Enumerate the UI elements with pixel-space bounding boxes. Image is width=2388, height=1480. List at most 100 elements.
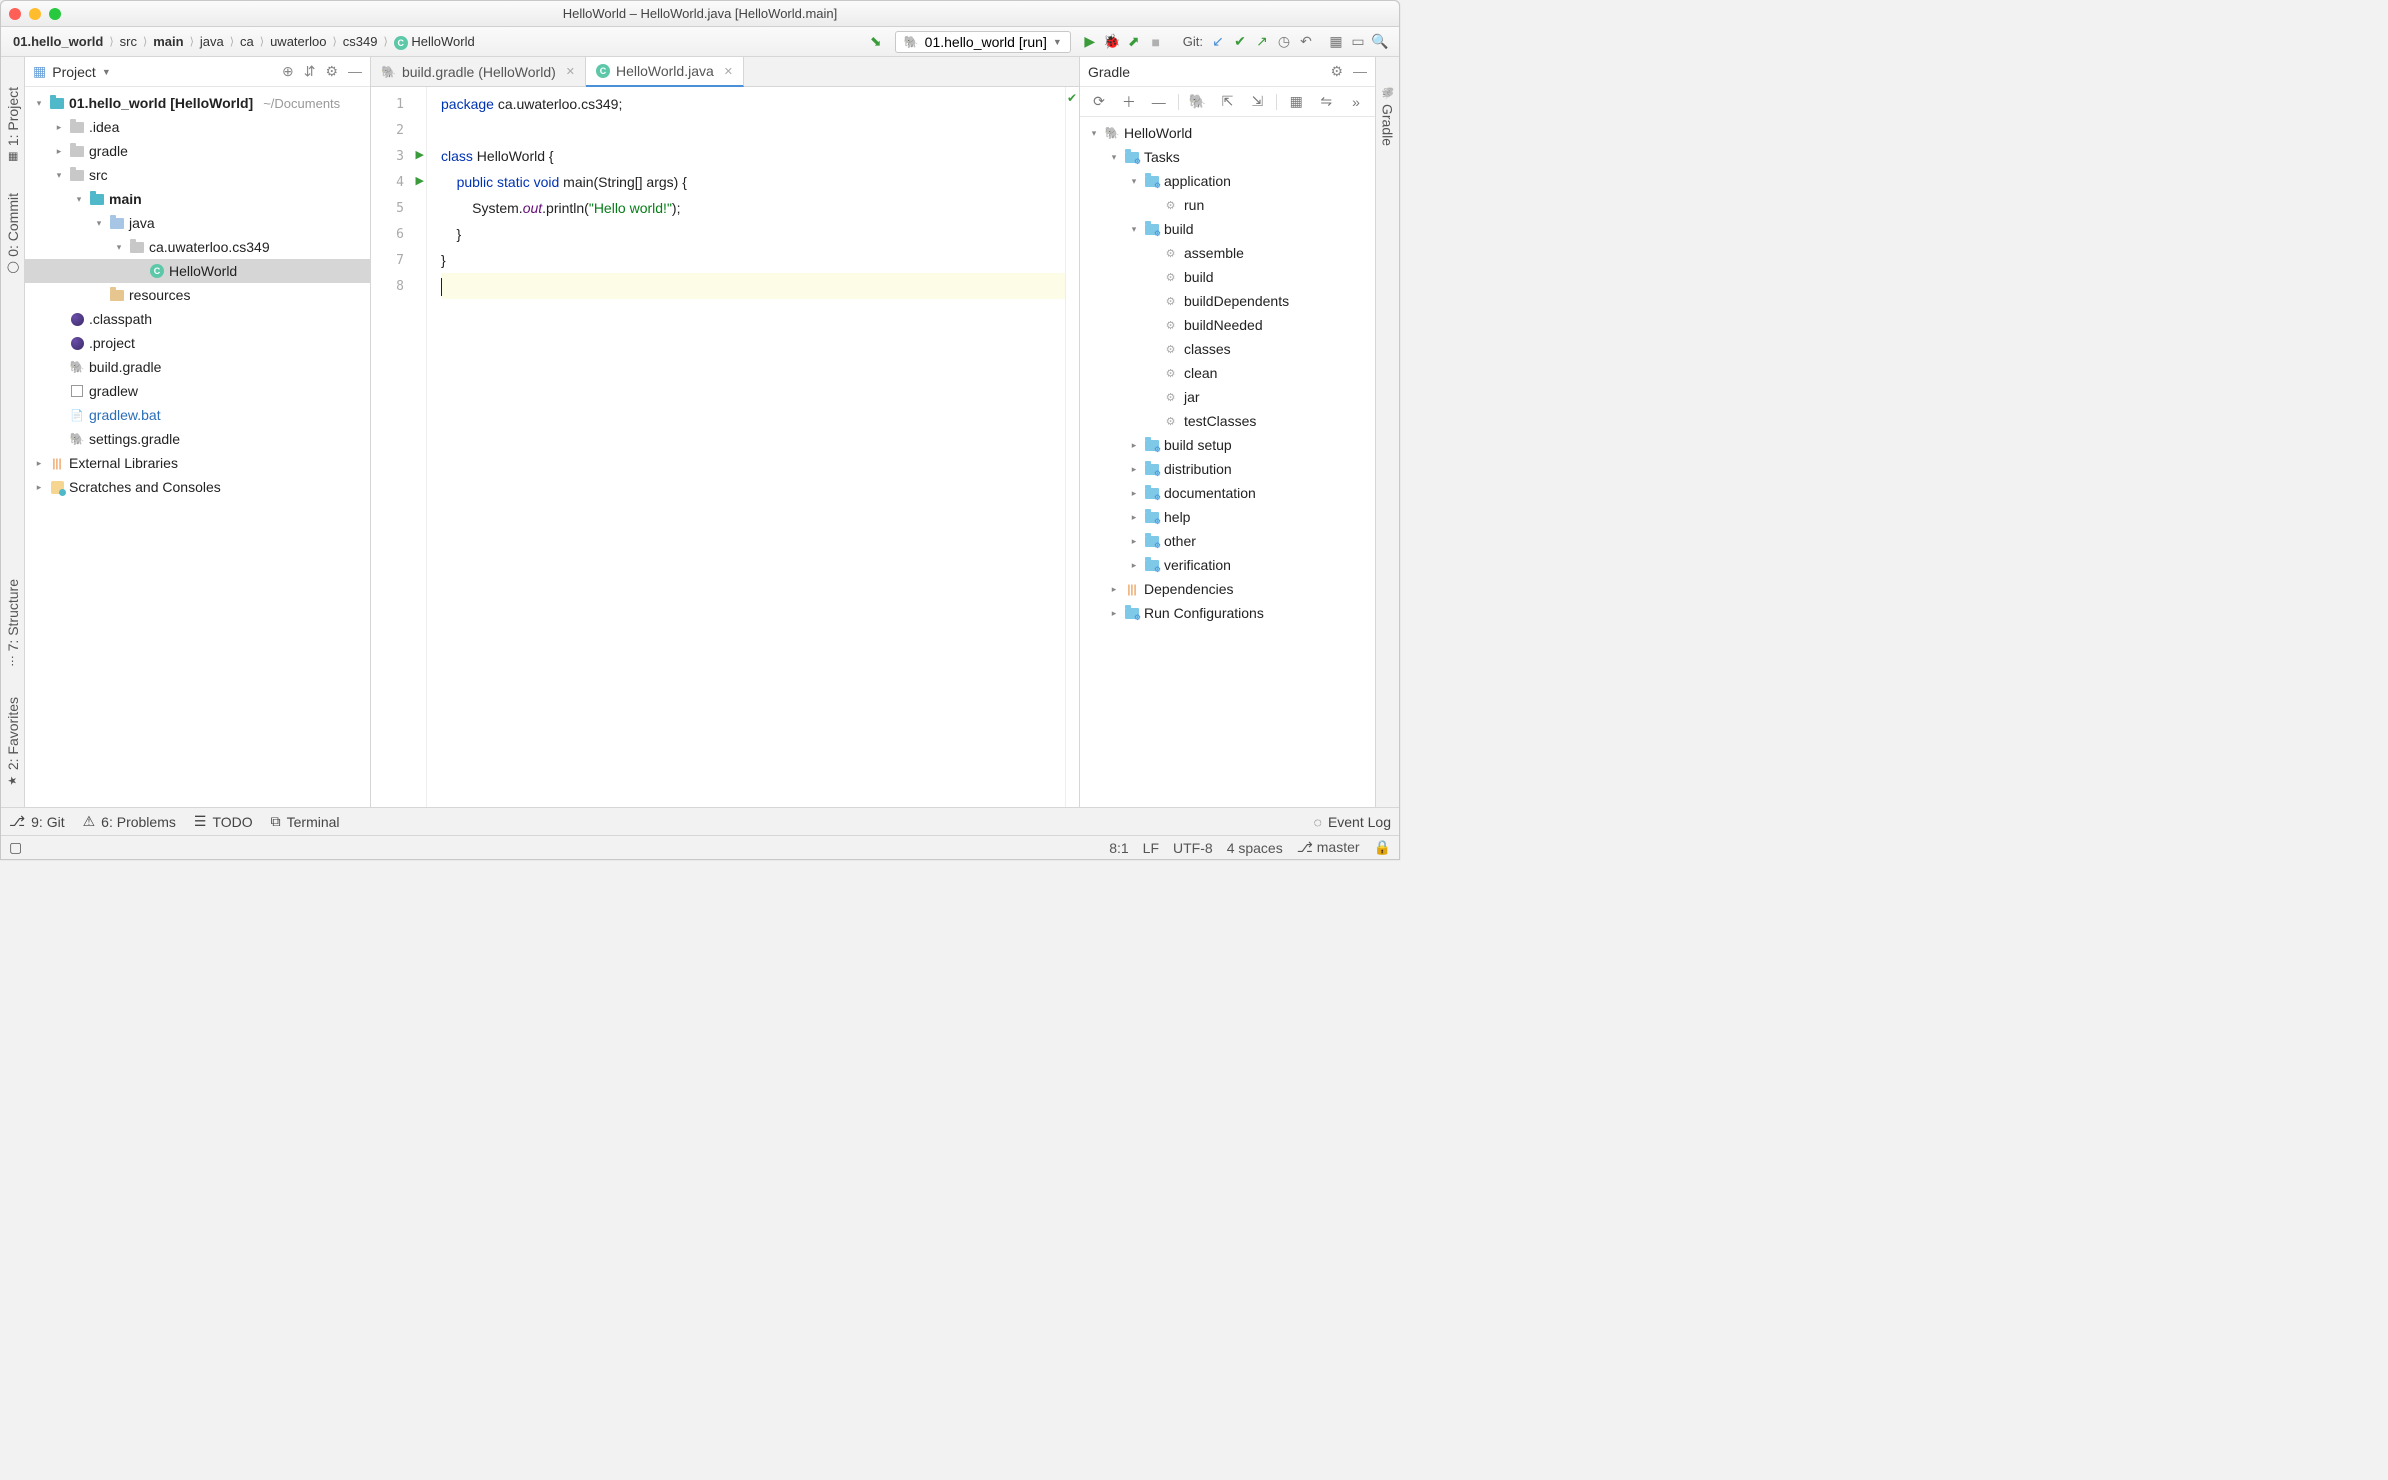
- search-icon[interactable]: 🔍: [1369, 31, 1391, 53]
- expand-all-icon[interactable]: ⇱: [1217, 91, 1239, 113]
- expand-arrow-icon[interactable]: [1128, 176, 1140, 187]
- tab-structure[interactable]: ⋮7: Structure: [5, 579, 21, 666]
- expand-arrow-icon[interactable]: [1128, 512, 1140, 523]
- minimize-panel-icon[interactable]: —: [1353, 63, 1367, 80]
- tree-item[interactable]: .project: [25, 331, 370, 355]
- git-commit-icon[interactable]: ✔: [1229, 31, 1251, 53]
- elephant-icon[interactable]: 🐘: [1187, 91, 1209, 113]
- breadcrumb-item[interactable]: src: [116, 34, 141, 49]
- tree-item[interactable]: main: [25, 187, 370, 211]
- minimize-panel-icon[interactable]: —: [348, 63, 362, 80]
- tree-item[interactable]: ⚙classes: [1080, 337, 1375, 361]
- tree-item[interactable]: Scratches and Consoles: [25, 475, 370, 499]
- expand-arrow-icon[interactable]: [33, 98, 45, 109]
- expand-arrow-icon[interactable]: [1088, 128, 1100, 139]
- stop-icon[interactable]: ■: [1145, 31, 1167, 53]
- tree-item[interactable]: gradle: [25, 139, 370, 163]
- add-icon[interactable]: ＋: [1118, 91, 1140, 113]
- run-icon[interactable]: ▶: [1079, 31, 1101, 53]
- status-branch[interactable]: ⎇ master: [1297, 839, 1360, 856]
- expand-arrow-icon[interactable]: [33, 482, 45, 493]
- tree-item[interactable]: ⚙buildDependents: [1080, 289, 1375, 313]
- editor-code[interactable]: package ca.uwaterloo.cs349; class HelloWo…: [427, 87, 1065, 807]
- status-line-sep[interactable]: LF: [1143, 840, 1159, 856]
- close-tab-icon[interactable]: ✕: [724, 65, 733, 78]
- tree-item[interactable]: .classpath: [25, 307, 370, 331]
- tree-item[interactable]: ⚙clean: [1080, 361, 1375, 385]
- expand-arrow-icon[interactable]: [1128, 536, 1140, 547]
- line-number[interactable]: 2: [371, 117, 426, 143]
- line-number[interactable]: 3▶: [371, 143, 426, 169]
- tree-item[interactable]: ⚙jar: [1080, 385, 1375, 409]
- code-line[interactable]: [441, 117, 1065, 143]
- run-config-dropdown[interactable]: 🐘 01.hello_world [run] ▼: [895, 31, 1071, 53]
- expand-arrow-icon[interactable]: [1108, 152, 1120, 163]
- breadcrumb-item[interactable]: java: [196, 34, 228, 49]
- breadcrumb-item[interactable]: 01.hello_world: [9, 34, 107, 49]
- code-line[interactable]: package ca.uwaterloo.cs349;: [441, 91, 1065, 117]
- tree-item[interactable]: .idea: [25, 115, 370, 139]
- tree-item[interactable]: 🐘HelloWorld: [1080, 121, 1375, 145]
- git-pull-icon[interactable]: ↙: [1207, 31, 1229, 53]
- run-marker-icon[interactable]: ▶: [416, 174, 424, 187]
- tree-item[interactable]: 🐘settings.gradle: [25, 427, 370, 451]
- tree-item[interactable]: ⚙assemble: [1080, 241, 1375, 265]
- code-line[interactable]: public static void main(String[] args) {: [441, 169, 1065, 195]
- status-encoding[interactable]: UTF-8: [1173, 840, 1213, 856]
- expand-arrow-icon[interactable]: [1128, 224, 1140, 235]
- line-number[interactable]: 7: [371, 247, 426, 273]
- tab-terminal[interactable]: ⧉Terminal: [271, 813, 340, 830]
- gradle-tree[interactable]: 🐘HelloWorldTasksapplication⚙runbuild⚙ass…: [1080, 117, 1375, 807]
- expand-arrow-icon[interactable]: [33, 458, 45, 469]
- editor-tab[interactable]: 🐘build.gradle (HelloWorld)✕: [371, 57, 586, 86]
- tab-favorites[interactable]: ★2: Favorites: [5, 697, 21, 787]
- tree-item[interactable]: Tasks: [1080, 145, 1375, 169]
- tree-item[interactable]: ⚙run: [1080, 193, 1375, 217]
- editor-gutter[interactable]: 123▶4▶5678: [371, 87, 427, 807]
- code-line[interactable]: }: [441, 247, 1065, 273]
- tree-item[interactable]: ⚙testClasses: [1080, 409, 1375, 433]
- remove-icon[interactable]: —: [1148, 91, 1170, 113]
- lock-icon[interactable]: 🔒: [1374, 839, 1391, 856]
- line-number[interactable]: 6: [371, 221, 426, 247]
- expand-arrow-icon[interactable]: [1128, 560, 1140, 571]
- code-line[interactable]: System.out.println("Hello world!");: [441, 195, 1065, 221]
- git-history-icon[interactable]: ◷: [1273, 31, 1295, 53]
- tree-item[interactable]: Run Configurations: [1080, 601, 1375, 625]
- expand-arrow-icon[interactable]: [73, 194, 85, 205]
- gear-icon[interactable]: ⚙: [325, 63, 338, 80]
- expand-arrow-icon[interactable]: [1108, 608, 1120, 619]
- locate-icon[interactable]: ⊕: [282, 63, 294, 80]
- tab-gradle[interactable]: 🐘Gradle: [1380, 87, 1396, 146]
- editor-tab[interactable]: CHelloWorld.java✕: [586, 57, 744, 87]
- line-number[interactable]: 8: [371, 273, 426, 299]
- offline-icon[interactable]: ⇋: [1315, 91, 1337, 113]
- tree-item[interactable]: application: [1080, 169, 1375, 193]
- code-line[interactable]: [441, 273, 1065, 299]
- tree-item[interactable]: ⚙buildNeeded: [1080, 313, 1375, 337]
- inspection-strip[interactable]: ✔: [1065, 87, 1079, 807]
- tree-item[interactable]: build: [1080, 217, 1375, 241]
- tree-item[interactable]: help: [1080, 505, 1375, 529]
- tree-item[interactable]: build setup: [1080, 433, 1375, 457]
- minimize-window-icon[interactable]: [29, 8, 41, 20]
- tree-item[interactable]: 📄gradlew.bat: [25, 403, 370, 427]
- breadcrumb-item[interactable]: main: [149, 34, 187, 49]
- debug-icon[interactable]: 🐞: [1101, 31, 1123, 53]
- tool-windows-icon[interactable]: ▢: [9, 839, 22, 856]
- tree-item[interactable]: resources: [25, 283, 370, 307]
- tree-item[interactable]: 🐘build.gradle: [25, 355, 370, 379]
- code-line[interactable]: }: [441, 221, 1065, 247]
- git-revert-icon[interactable]: ↶: [1295, 31, 1317, 53]
- presentation-icon[interactable]: ▭: [1347, 31, 1369, 53]
- breadcrumb-item[interactable]: ca: [236, 34, 258, 49]
- code-line[interactable]: class HelloWorld {: [441, 143, 1065, 169]
- close-tab-icon[interactable]: ✕: [566, 65, 575, 78]
- tree-item[interactable]: documentation: [1080, 481, 1375, 505]
- project-tree[interactable]: 01.hello_world [HelloWorld]~/Documents.i…: [25, 87, 370, 807]
- maximize-window-icon[interactable]: [49, 8, 61, 20]
- tree-item[interactable]: verification: [1080, 553, 1375, 577]
- expand-arrow-icon[interactable]: [53, 122, 65, 133]
- expand-arrow-icon[interactable]: [113, 242, 125, 253]
- chevron-down-icon[interactable]: ▼: [102, 67, 111, 77]
